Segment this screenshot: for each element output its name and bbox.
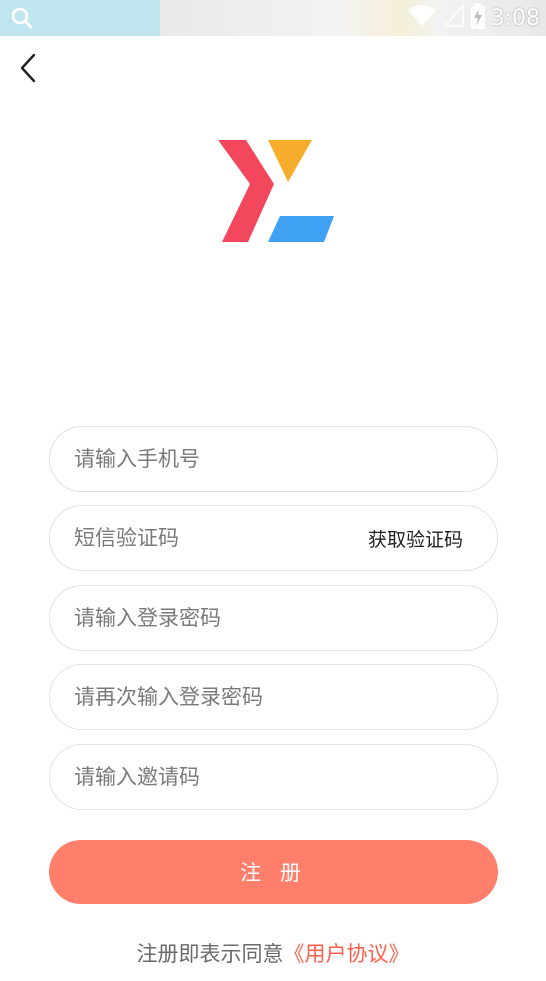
agreement-text: 注册即表示同意《用户协议》 bbox=[0, 938, 546, 968]
app-logo bbox=[210, 132, 342, 252]
phone-input[interactable] bbox=[74, 447, 473, 471]
password-field bbox=[49, 585, 498, 651]
register-button[interactable]: 注 册 bbox=[49, 840, 498, 904]
invite-code-input[interactable] bbox=[74, 765, 473, 789]
agreement-prefix: 注册即表示同意 bbox=[136, 942, 284, 966]
status-icons: 3:08 bbox=[407, 0, 540, 36]
get-code-button[interactable]: 获取验证码 bbox=[368, 525, 463, 552]
confirm-password-field bbox=[49, 664, 498, 730]
search-icon[interactable] bbox=[8, 4, 36, 32]
cell-signal-icon bbox=[442, 3, 465, 32]
confirm-password-input[interactable] bbox=[74, 685, 473, 709]
phone-field bbox=[49, 426, 498, 492]
status-time: 3:08 bbox=[490, 5, 540, 31]
chevron-left-icon bbox=[18, 52, 38, 88]
sms-code-input[interactable] bbox=[74, 526, 358, 550]
back-button[interactable] bbox=[10, 50, 46, 90]
user-agreement-link[interactable]: 《用户协议》 bbox=[284, 942, 410, 966]
password-input[interactable] bbox=[74, 606, 473, 630]
status-bar: 3:08 bbox=[0, 0, 546, 36]
battery-charging-icon bbox=[470, 3, 485, 33]
sms-code-field: 获取验证码 bbox=[49, 505, 498, 571]
invite-code-field bbox=[49, 744, 498, 810]
wifi-icon bbox=[407, 4, 437, 32]
